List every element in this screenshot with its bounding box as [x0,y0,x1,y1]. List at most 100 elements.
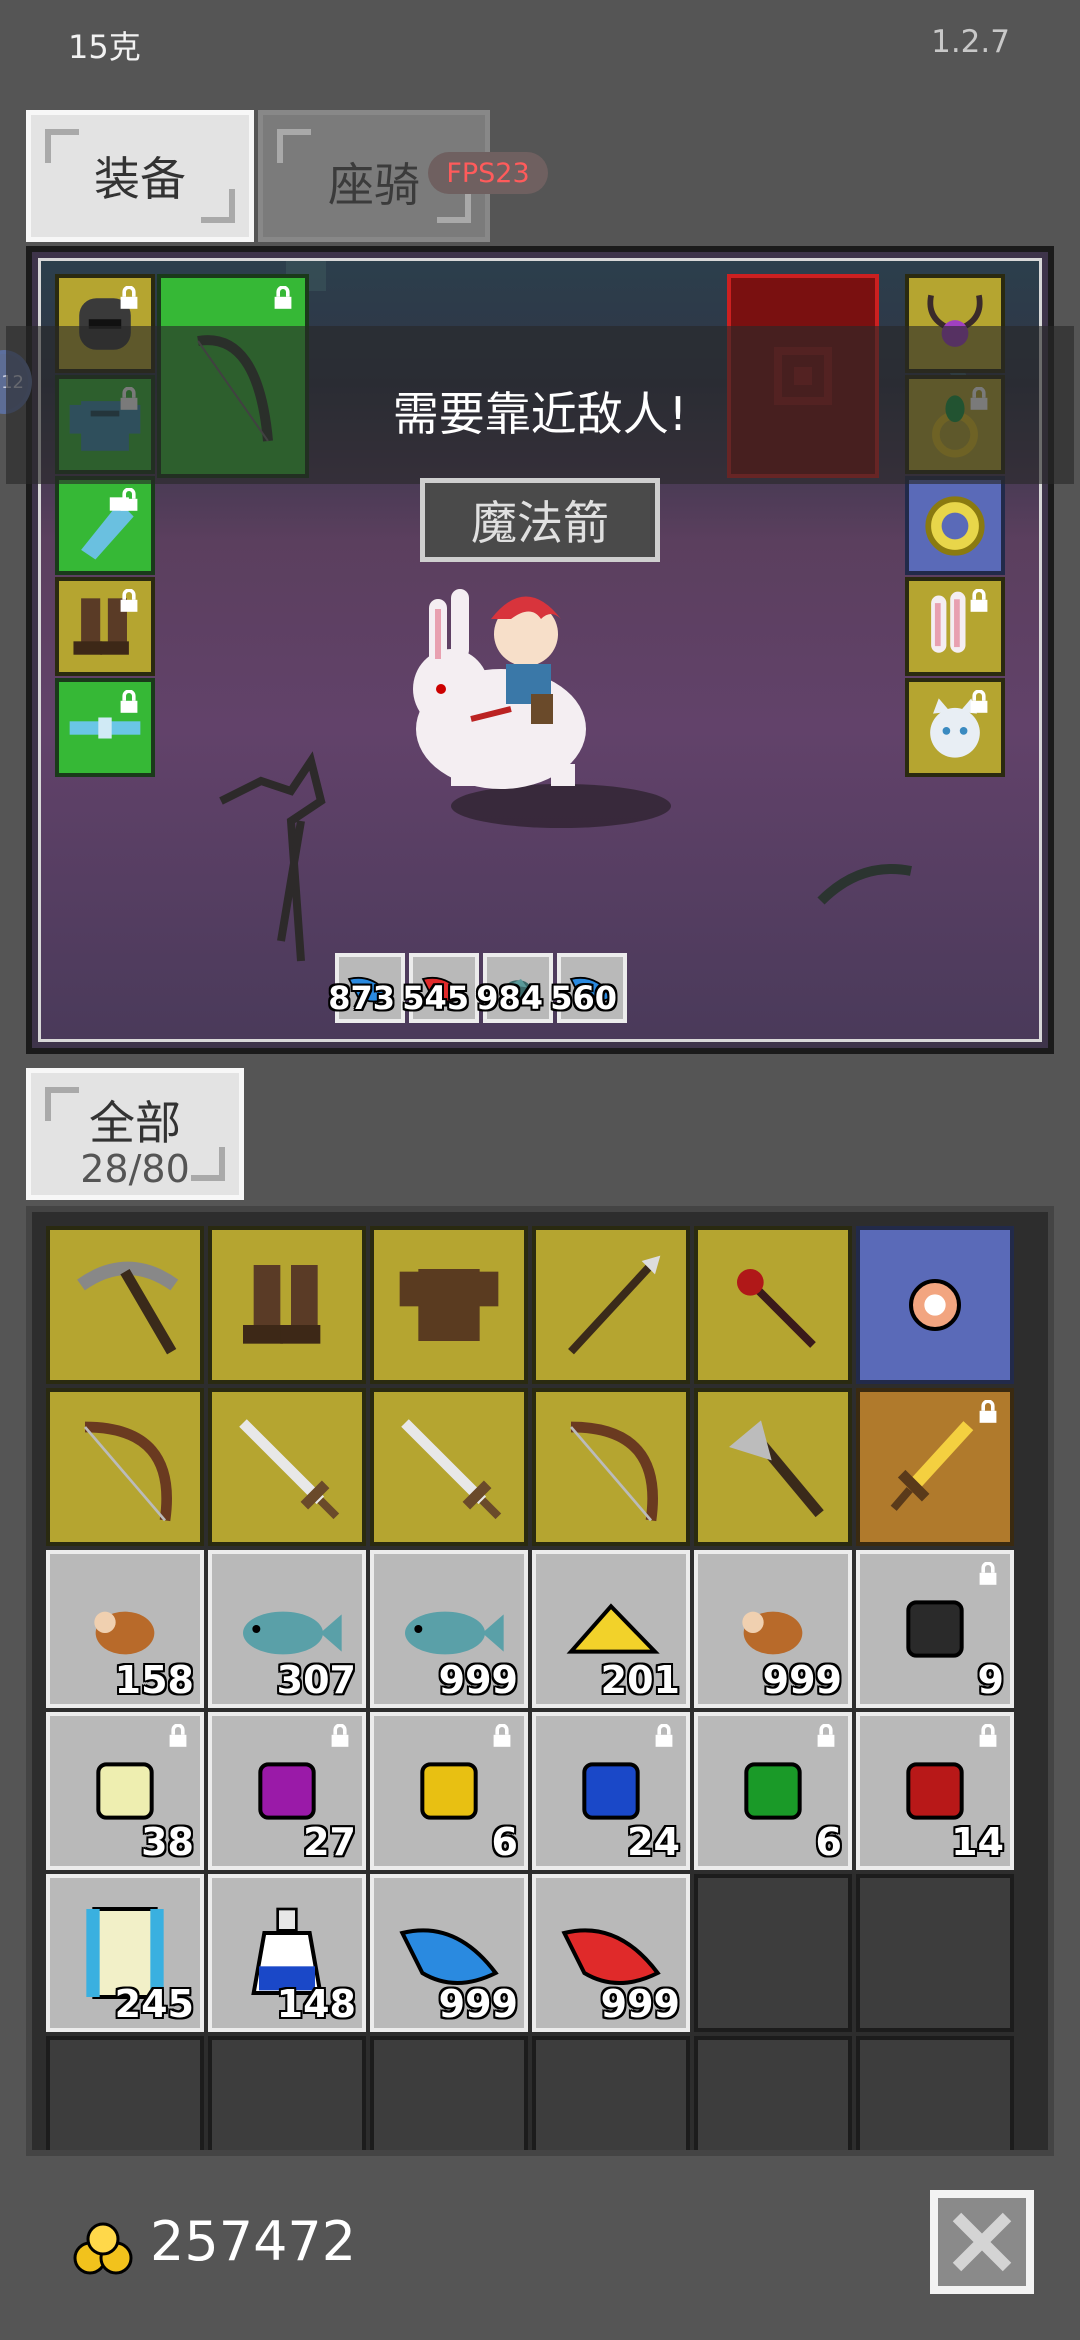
inventory-slot[interactable]: 307 [208,1550,366,1708]
gold-coins-icon [73,2222,133,2275]
lock-icon [817,1724,835,1747]
skill-name-label: 魔法箭 [420,478,660,562]
quick-item-slot[interactable]: 984 [476,953,553,1023]
inventory-slot[interactable] [856,1226,1014,1384]
item-count: 201 [600,1658,680,1702]
empty-inventory-slot[interactable] [856,1874,1014,2032]
inventory-slot[interactable]: 6 [694,1712,852,1870]
empty-inventory-slot[interactable] [208,2036,366,2156]
inventory-slot[interactable]: 24 [532,1712,690,1870]
inventory-slot[interactable] [694,1388,852,1546]
inventory-slot[interactable]: 999 [370,1550,528,1708]
lock-icon [120,286,138,309]
sword-icon [239,1419,340,1520]
player-character-icon [413,589,586,789]
quick-item-count: 873 [328,979,395,1017]
item-count: 999 [600,1982,680,2026]
inventory-slot[interactable]: 999 [532,1874,690,2032]
inventory-slot[interactable]: 38 [46,1712,204,1870]
equip-slot-left-4[interactable] [55,577,155,676]
gold-amount: 257472 [150,2210,357,2273]
inventory-slot[interactable]: 148 [208,1874,366,2032]
lock-icon [493,1724,511,1747]
corner-decoration [437,189,471,223]
equip-slot-right-4[interactable] [905,577,1005,676]
lock-icon [655,1724,673,1747]
inventory-slot[interactable]: 14 [856,1712,1014,1870]
empty-inventory-slot[interactable] [46,2036,204,2156]
lock-icon [970,589,988,612]
quick-item-slot[interactable]: 560 [550,953,627,1023]
item-count: 999 [438,1658,518,1702]
bow-icon [83,1421,172,1522]
tab-equipment-label: 装备 [94,152,186,206]
pickaxe-icon [77,1261,179,1355]
golden-sword-icon [890,1421,974,1511]
inventory-slot[interactable]: 245 [46,1874,204,2032]
inventory-slot[interactable] [46,1226,204,1384]
inventory-grid: 158 307 999 201 999 9 38 27 6 24 6 14 245 148 999 999 [26,1206,1054,2156]
inventory-slot[interactable] [694,1226,852,1384]
inventory-slot[interactable]: 999 [370,1874,528,2032]
empty-inventory-slot[interactable] [370,2036,528,2156]
quick-item-count: 545 [402,979,469,1017]
lock-icon [274,286,292,309]
close-button[interactable] [930,2190,1034,2294]
empty-inventory-slot[interactable] [694,2036,852,2150]
tab-mount-label: 座骑 [328,158,420,212]
empty-inventory-slot[interactable] [694,1874,852,2032]
item-count: 999 [438,1982,518,2026]
lock-icon [169,1724,187,1747]
equip-slot-right-3[interactable] [905,476,1005,575]
quick-item-slot[interactable]: 545 [402,953,479,1023]
quick-item-slot[interactable]: 873 [328,953,405,1023]
inventory-slot[interactable] [532,1226,690,1384]
equip-slot-right-5[interactable] [905,678,1005,777]
lock-icon [120,589,138,612]
lock-icon [331,1724,349,1747]
lock-icon [120,690,138,713]
empty-slot-icon [389,2055,509,2156]
tab-equipment[interactable]: 装备 [26,110,254,242]
item-count: 307 [276,1658,356,1702]
inventory-slot[interactable]: 9 [856,1550,1014,1708]
item-count: 27 [303,1820,356,1864]
inventory-slot[interactable]: 201 [532,1550,690,1708]
version-label: 1.2.7 [931,24,1010,60]
empty-slot-icon [875,1893,995,2013]
inventory-slot[interactable] [532,1388,690,1546]
empty-slot-icon [65,2055,185,2156]
fps-counter: FPS23 [428,152,548,194]
empty-inventory-slot[interactable] [856,2036,1014,2150]
inventory-slot[interactable]: 6 [370,1712,528,1870]
lock-icon [979,1562,997,1585]
empty-inventory-slot[interactable] [532,2036,690,2150]
inventory-slot[interactable] [856,1388,1014,1546]
quick-item-count: 560 [550,979,617,1017]
equip-slot-left-3[interactable] [55,476,155,575]
inventory-slot[interactable] [208,1388,366,1546]
spear-icon [568,1255,661,1355]
inventory-slot[interactable] [208,1226,366,1384]
inventory-filter-tab[interactable]: 全部 28/80 [26,1068,244,1200]
hint-message: 需要靠近敌人! [392,387,688,441]
empty-slot-icon [713,1893,833,2013]
weight-label: 15克 [68,28,141,66]
corner-decoration [45,129,79,163]
inventory-slot[interactable]: 158 [46,1550,204,1708]
empty-slot-icon [227,2055,347,2156]
gold-ring-icon [925,495,985,556]
equip-slot-left-5[interactable] [55,678,155,777]
leather-armor-icon [399,1269,499,1341]
orb-icon [909,1279,961,1331]
inventory-slot[interactable]: 27 [208,1712,366,1870]
inventory-slot[interactable] [46,1388,204,1546]
corner-decoration [191,1147,225,1181]
inventory-slot[interactable] [370,1388,528,1546]
item-count: 158 [114,1658,194,1702]
item-count: 148 [276,1982,356,2026]
inventory-slot[interactable] [370,1226,528,1384]
quick-item-count: 984 [476,979,543,1017]
inventory-slot[interactable]: 999 [694,1550,852,1708]
bow-icon [569,1421,658,1522]
